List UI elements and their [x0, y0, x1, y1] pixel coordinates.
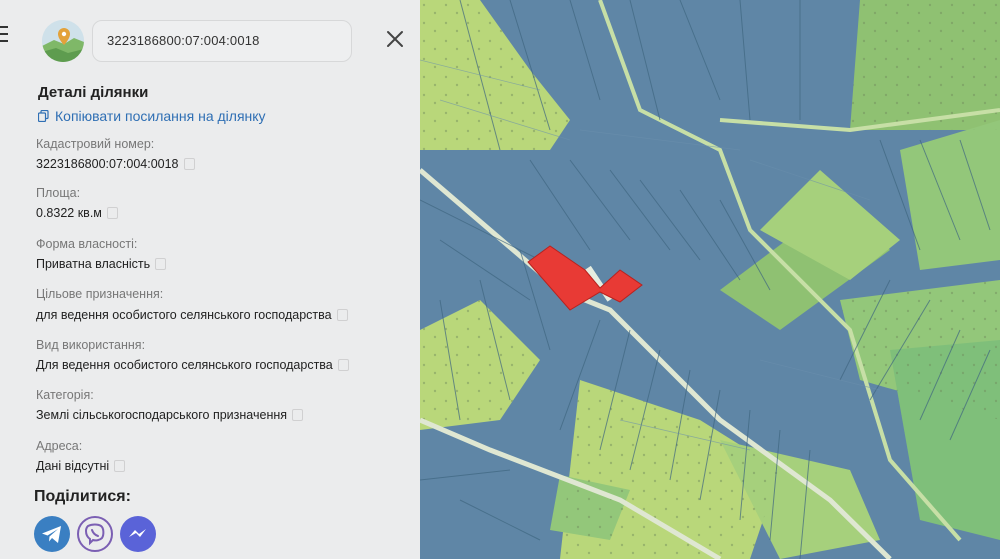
field-value-purpose: для ведення особистого селянського госпо…	[36, 308, 348, 322]
viber-share-button[interactable]	[77, 516, 113, 552]
telegram-icon	[34, 516, 70, 552]
telegram-share-button[interactable]	[34, 516, 70, 552]
field-value-cadastral: 3223186800:07:004:0018	[36, 157, 195, 171]
field-label-area: Площа:	[36, 186, 81, 200]
field-label-ownership: Форма власності:	[36, 237, 138, 251]
field-label-cadastral: Кадастровий номер:	[36, 137, 155, 151]
field-value-category: Землі сільськогосподарського призначення	[36, 408, 304, 422]
viber-icon	[77, 516, 113, 552]
share-title: Поділитися:	[34, 488, 131, 505]
parcel-avatar	[42, 20, 84, 62]
copy-icon[interactable]	[336, 309, 348, 321]
messenger-share-button[interactable]	[120, 516, 156, 552]
cadastral-search-input[interactable]: 3223186800:07:004:0018	[92, 20, 352, 62]
copy-icon	[38, 110, 49, 122]
copy-icon[interactable]	[337, 359, 349, 371]
field-label-category: Категорія:	[36, 388, 94, 402]
field-value-address: Дані відсутні	[36, 459, 126, 473]
copy-icon[interactable]	[183, 158, 195, 170]
field-label-purpose: Цільове призначення:	[36, 287, 164, 301]
panel-title: Деталі ділянки	[38, 84, 149, 101]
copy-icon[interactable]	[292, 409, 304, 421]
copy-icon[interactable]	[114, 460, 126, 472]
field-label-usage: Вид використання:	[36, 338, 146, 352]
copy-icon[interactable]	[106, 207, 118, 219]
messenger-icon	[120, 516, 156, 552]
map-canvas[interactable]	[420, 0, 1000, 559]
copy-link-label: Копіювати посилання на ділянку	[55, 108, 266, 124]
field-value-ownership: Приватна власність	[36, 257, 167, 271]
cadastral-map[interactable]	[420, 0, 1000, 559]
parcel-details-panel: 3223186800:07:004:0018 Деталі ділянки Ко…	[0, 0, 420, 559]
field-value-area: 0.8322 кв.м	[36, 206, 118, 220]
field-label-address: Адреса:	[36, 439, 83, 453]
field-value-usage: Для ведення особистого селянського госпо…	[36, 358, 349, 372]
close-icon[interactable]	[384, 28, 406, 50]
menu-icon[interactable]	[0, 26, 8, 44]
copy-link-button[interactable]: Копіювати посилання на ділянку	[38, 108, 266, 124]
copy-icon[interactable]	[155, 258, 167, 270]
